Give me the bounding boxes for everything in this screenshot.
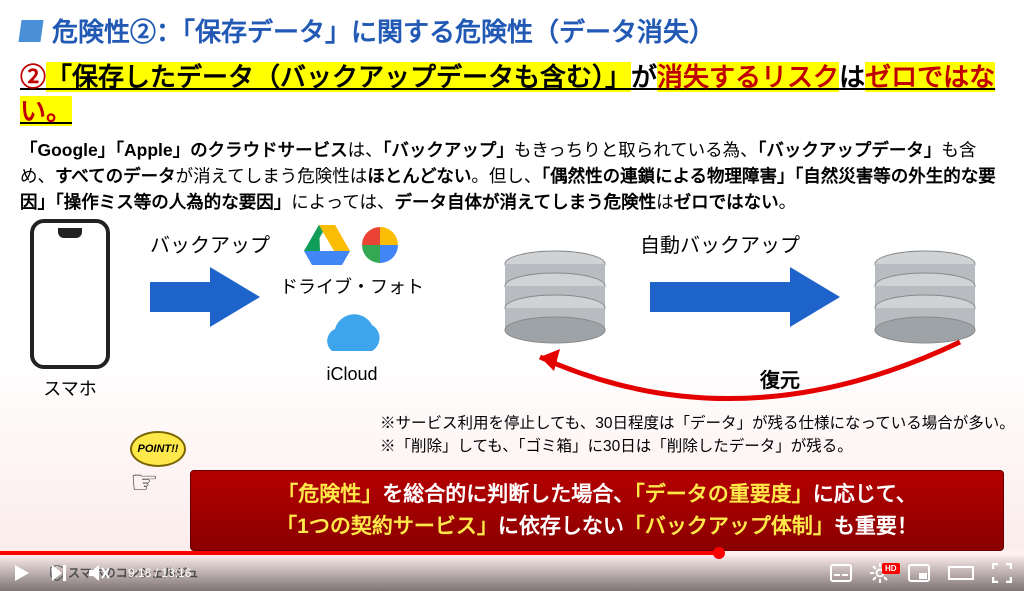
footnote-1: ※サービス利用を停止しても、30日程度は「データ」が残る仕様になっている場合が多… [380,412,1015,435]
play-button[interactable] [12,563,32,583]
title-bullet-icon [18,20,43,42]
theater-mode-button[interactable] [948,564,974,582]
settings-button[interactable]: HD [870,563,890,583]
slide-heading: ②「保存したデータ（バックアップデータも含む）」が消失するリスクはゼロではない。 [0,57,1024,133]
mute-button[interactable] [88,563,110,583]
slide-title: 危険性②：「保存データ」に関する危険性（データ消失） [52,12,715,49]
footnote-2: ※「削除」しても、「ゴミ箱」に30日は「削除したデータ」が残る。 [380,435,1015,458]
database-right-icon [870,249,980,349]
google-photos-icon [360,225,400,265]
phone-label: スマホ [30,375,110,401]
smartphone-icon [30,219,110,369]
fullscreen-button[interactable] [992,563,1012,583]
point-bubble: POINT!! [130,431,186,467]
cloud-services-group: ドライブ・フォト iCloud [280,219,424,385]
restore-arrow-icon [510,337,970,407]
restore-label: 復元 [760,364,800,393]
summary-box: 「危険性」を総合的に判断した場合、「データの重要度」に応じて、 「1つの契約サー… [190,470,1004,551]
slide-body-text: 「Google」「Apple」のクラウドサービスは、「バックアップ」もきっちりと… [0,133,1024,220]
hd-badge: HD [882,563,900,574]
backup-label: バックアップ [150,229,270,258]
drive-photo-label: ドライブ・フォト [280,273,424,299]
footnotes: ※サービス利用を停止しても、30日程度は「データ」が残る仕様になっている場合が多… [380,412,1015,459]
next-button[interactable] [50,563,70,583]
subtitles-button[interactable] [830,564,852,582]
video-controls: 9:18 / 13:16 HD [0,555,1024,591]
phone-group: スマホ [30,219,110,401]
database-left-icon [500,249,610,349]
arrow-right-icon [650,267,840,327]
pointing-hand-icon: ☞ [130,463,186,501]
icloud-label: iCloud [280,364,424,385]
miniplayer-button[interactable] [908,564,930,582]
point-badge: POINT!! ☞ [130,431,186,501]
google-drive-icon [304,225,350,265]
slide-title-bar: 危険性②：「保存データ」に関する危険性（データ消失） [0,0,1024,57]
auto-backup-label: 自動バックアップ [640,229,800,258]
time-display: 9:18 / 13:16 [128,566,191,580]
arrow-right-icon [150,267,260,327]
icloud-icon [317,311,387,357]
